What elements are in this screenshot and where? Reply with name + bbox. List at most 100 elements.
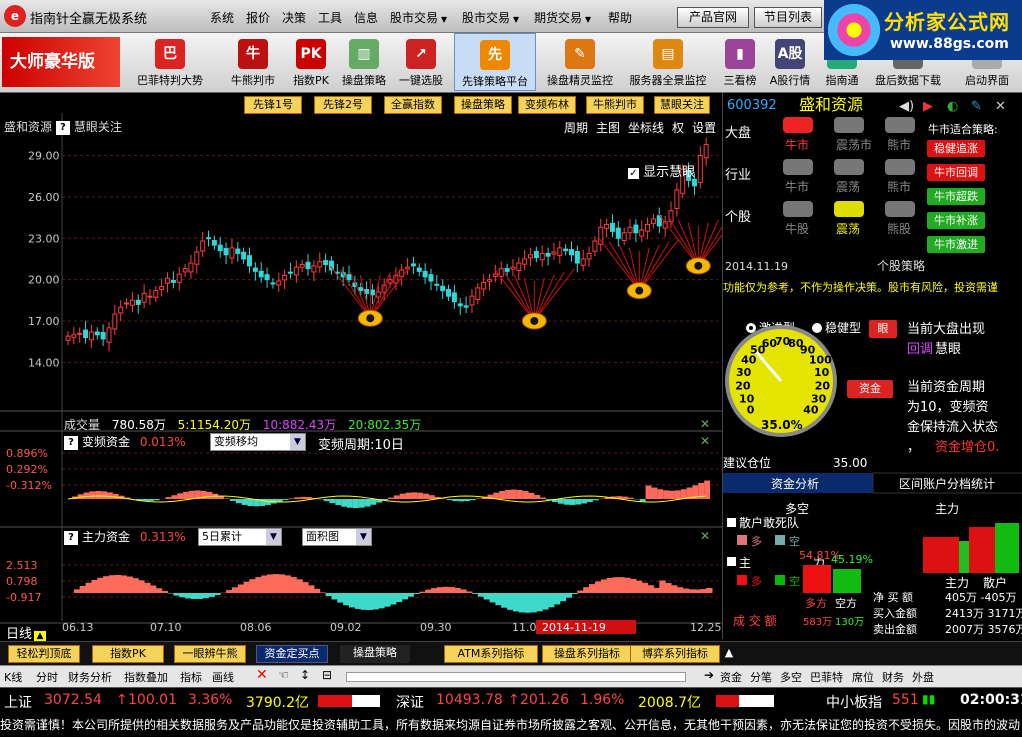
bottom-tab[interactable]: 轻松判顶底 xyxy=(8,645,80,663)
info-tab[interactable]: 资金 xyxy=(720,669,742,685)
product-site-button[interactable]: 产品官网 xyxy=(677,7,749,28)
strategy-tag[interactable]: 牛市补涨 xyxy=(927,212,985,229)
ad-banner[interactable]: 分析家公式网 www.88gs.com xyxy=(824,0,1022,60)
menu-item[interactable]: 股市交易 ▼ xyxy=(390,9,447,26)
strategy-button[interactable]: 牛熊判市 xyxy=(586,96,644,114)
menu-item[interactable]: 信息 xyxy=(354,9,378,26)
bottom-tab[interactable]: 一眼辨牛熊 xyxy=(174,645,246,663)
menu-item[interactable]: 期货交易 ▼ xyxy=(534,9,591,26)
close-icon[interactable]: ✕ xyxy=(256,667,268,683)
strategy-button[interactable]: 操盘策略 xyxy=(454,96,512,114)
candle-body xyxy=(627,226,633,234)
toolbar-item[interactable]: ▮ 三看榜 xyxy=(718,33,762,91)
speaker-icon[interactable]: ◀) xyxy=(899,99,914,114)
bottom-tab[interactable]: 操盘策略 xyxy=(340,645,410,663)
chevron-down-icon[interactable]: ▼ xyxy=(266,529,281,545)
view-button[interactable]: 画线 xyxy=(212,669,234,685)
toolbar-item[interactable]: PK 指数PK xyxy=(284,33,338,91)
toolbar-item[interactable]: ↗ 一键选股 xyxy=(394,33,448,91)
edit-icon[interactable]: ✎ xyxy=(971,99,982,114)
menu-item[interactable]: 决策 xyxy=(282,9,306,26)
expand-icon[interactable]: ➔ xyxy=(704,668,714,682)
info-tab[interactable]: 多空 xyxy=(780,669,802,685)
index-name[interactable]: 中小板指 xyxy=(826,692,882,712)
info-tab[interactable]: 席位 xyxy=(852,669,874,685)
toolbar-item[interactable]: ▤ 服务器全景监控 xyxy=(622,33,714,91)
chart-area[interactable]: 29.00 26.00 23.00 20.00 17.00 14.00 0.896% 0.29… xyxy=(0,93,722,639)
index-name[interactable]: 深证 xyxy=(396,692,424,712)
menu-item[interactable]: 系统 xyxy=(210,9,234,26)
strategy-tag[interactable]: 牛市回调 xyxy=(927,164,985,181)
show-huiyan-checkbox[interactable]: ✓ 显示慧眼 xyxy=(628,161,695,180)
close-icon[interactable]: ✕ xyxy=(700,417,710,431)
globe-icon[interactable]: ◐ xyxy=(947,99,958,114)
eye-button[interactable]: 眼 xyxy=(869,320,897,338)
bottom-tab[interactable]: 操盘系列指标 xyxy=(542,645,632,663)
strategy-button[interactable]: 先锋2号 xyxy=(314,96,372,114)
chart-option[interactable]: 设置 xyxy=(692,121,716,135)
menu-item[interactable]: 帮助 xyxy=(608,9,632,26)
close-icon[interactable]: ✕ xyxy=(995,99,1006,114)
play-icon[interactable]: ▶ xyxy=(923,99,933,114)
toolbar-item[interactable]: A股 A股行情 xyxy=(766,33,814,91)
strategy-tag[interactable]: 稳健追涨 xyxy=(927,140,985,157)
chart-option[interactable]: 主图 xyxy=(596,121,620,135)
radio-steady[interactable] xyxy=(812,323,822,333)
volume-label: 成交量 xyxy=(64,418,101,432)
info-tab[interactable]: 外盘 xyxy=(912,669,934,685)
menu-item[interactable]: 工具 xyxy=(318,9,342,26)
view-button[interactable]: 指标 xyxy=(180,669,202,685)
menu-item[interactable]: 股市交易 ▼ xyxy=(462,9,519,26)
arrows-icon[interactable]: ↕ xyxy=(300,668,310,682)
hand-icon[interactable]: ☜ xyxy=(278,668,289,682)
index-name[interactable]: 上证 xyxy=(4,692,32,712)
chart-option[interactable]: 周期 xyxy=(564,121,588,135)
toolbar-item[interactable]: ✎ 操盘精灵监控 xyxy=(540,33,620,91)
period-select[interactable]: 5日累计 ▼ xyxy=(198,528,282,546)
help-icon[interactable]: ? xyxy=(64,435,78,450)
chart-type-select[interactable]: 面积图 ▼ xyxy=(302,528,372,546)
period-label[interactable]: 日线 ▲ xyxy=(6,623,47,642)
bottom-tab[interactable]: ATM系列指标 xyxy=(444,645,538,663)
close-icon[interactable]: ✕ xyxy=(700,529,710,543)
bottom-tab[interactable]: 资金定买点 xyxy=(256,645,328,663)
bottom-tab[interactable]: 博弈系列指标 xyxy=(630,645,720,663)
help-icon[interactable]: ? xyxy=(55,120,70,135)
vf-bar xyxy=(165,497,172,499)
program-list-button[interactable]: 节目列表 xyxy=(754,7,822,28)
triangle-up-icon[interactable]: ▲ xyxy=(34,631,47,641)
toolbar-item[interactable]: 牛牛熊判市 xyxy=(224,33,282,91)
strategy-button[interactable]: 慧眼关注 xyxy=(654,96,710,114)
strategy-button[interactable]: 变频布林 xyxy=(518,96,576,114)
chart-option[interactable]: 权 xyxy=(672,121,684,135)
fund-button[interactable]: 资金 xyxy=(847,380,893,398)
strategy-button[interactable]: 全赢指数 xyxy=(384,96,442,114)
info-tab[interactable]: 巴菲特 xyxy=(810,669,843,685)
vf-select[interactable]: 变频移均 ▼ xyxy=(210,433,306,451)
checkbox-icon[interactable]: ✓ xyxy=(628,168,639,179)
strategy-button[interactable]: 先锋1号 xyxy=(244,96,302,114)
help-icon[interactable]: ? xyxy=(64,530,78,545)
bottom-tab[interactable]: 指数PK xyxy=(92,645,164,663)
view-button[interactable]: 指数叠加 xyxy=(124,669,168,685)
checkbox-icon[interactable] xyxy=(727,557,736,566)
toolbar-item[interactable]: 先先锋策略平台 xyxy=(454,33,536,91)
close-icon[interactable]: ✕ xyxy=(700,434,710,448)
chevron-down-icon[interactable]: ▼ xyxy=(290,434,305,450)
info-tab[interactable]: 财务 xyxy=(882,669,904,685)
strategy-tag[interactable]: 牛市超跌 xyxy=(927,188,985,205)
view-button[interactable]: K线 xyxy=(4,669,22,685)
info-tab[interactable]: 分笔 xyxy=(750,669,772,685)
view-button[interactable]: 分时 xyxy=(36,669,58,685)
toolbar-item[interactable]: 巴巴菲特判大势 xyxy=(122,33,218,91)
toolbar-item[interactable]: ▥ 操盘策略 xyxy=(340,33,388,91)
chevron-up-icon[interactable]: ▲ xyxy=(722,645,736,663)
lock-icon[interactable]: ⊟ xyxy=(322,668,332,682)
view-button[interactable]: 财务分析 xyxy=(68,669,112,685)
chart-option[interactable]: 坐标线 xyxy=(628,121,664,135)
chevron-down-icon[interactable]: ▼ xyxy=(356,529,371,545)
checkbox-icon[interactable] xyxy=(727,518,736,527)
slider-track[interactable] xyxy=(346,672,686,682)
menu-item[interactable]: 报价 xyxy=(246,9,270,26)
strategy-tag[interactable]: 牛市激进 xyxy=(927,236,985,253)
